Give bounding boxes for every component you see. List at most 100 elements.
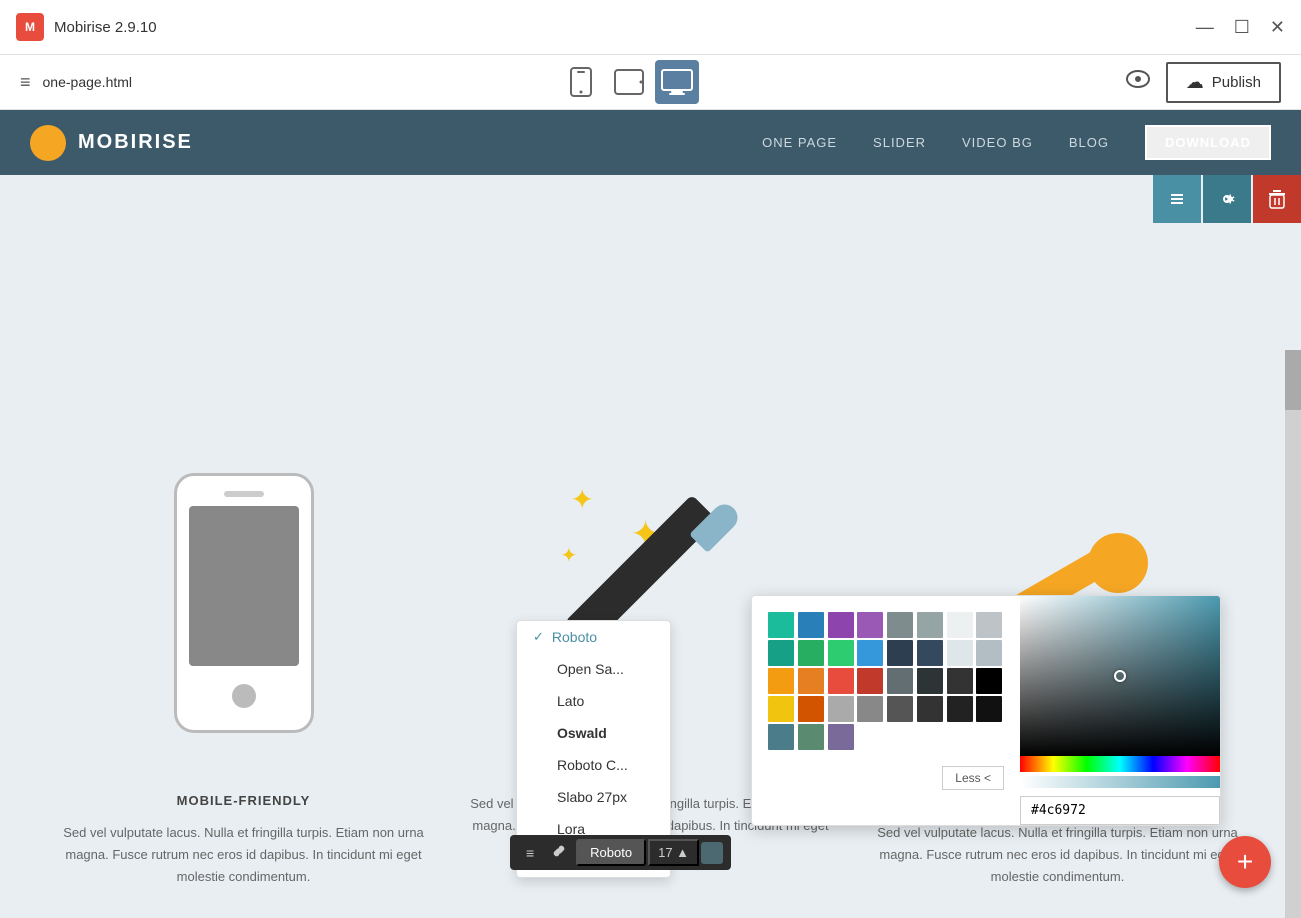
cloud-icon: ☁ (1186, 72, 1204, 93)
column-1: MOBILE-FRIENDLY Sed vel vulputate lacus.… (40, 433, 447, 888)
swatch-9[interactable] (768, 640, 794, 666)
align-button[interactable]: ≡ (518, 841, 542, 865)
swatches-area: Less < (752, 596, 1020, 825)
swatch-32[interactable] (976, 696, 1002, 722)
alpha-bar[interactable] (1020, 776, 1220, 788)
publish-label: Publish (1212, 74, 1261, 91)
preview-button[interactable] (1126, 70, 1150, 94)
swatch-21[interactable] (887, 668, 913, 694)
toolbar-right: ☁ Publish (1126, 62, 1281, 103)
swatch-3[interactable] (828, 612, 854, 638)
swatch-34[interactable] (798, 724, 824, 750)
download-button[interactable]: DOWNLOAD (1145, 125, 1271, 160)
phone-screen (189, 506, 299, 666)
less-btn-wrapper: Less < (768, 758, 1004, 790)
nav-links: ONE PAGE SLIDER VIDEO BG BLOG DOWNLOAD (762, 125, 1271, 160)
settings-button[interactable] (1203, 175, 1251, 223)
font-name-button[interactable]: Roboto (576, 839, 646, 866)
font-option-roboto-c[interactable]: Roboto C... (517, 749, 670, 781)
nav-bar: MOBIRISE ONE PAGE SLIDER VIDEO BG BLOG D… (0, 110, 1301, 175)
swatch-29[interactable] (887, 696, 913, 722)
swatch-8[interactable] (976, 612, 1002, 638)
swatch-12[interactable] (857, 640, 883, 666)
nav-link-video-bg[interactable]: VIDEO BG (962, 135, 1033, 150)
swatch-26[interactable] (798, 696, 824, 722)
swatch-14[interactable] (917, 640, 943, 666)
swatch-31[interactable] (947, 696, 973, 722)
swatch-22[interactable] (917, 668, 943, 694)
swatch-4[interactable] (857, 612, 883, 638)
swatch-13[interactable] (887, 640, 913, 666)
sparkle-3: ✦ (561, 543, 578, 568)
text-edit-toolbar: ≡ Roboto 17 ▲ (510, 835, 731, 870)
color-picker-panel: Less < (751, 595, 1221, 826)
maximize-button[interactable]: ☐ (1234, 18, 1250, 36)
swatch-18[interactable] (798, 668, 824, 694)
swatch-10[interactable] (798, 640, 824, 666)
swatch-30[interactable] (917, 696, 943, 722)
toolbar: ≡ one-page.html (0, 55, 1301, 110)
font-option-lato[interactable]: Lato (517, 685, 670, 717)
gradient-area (1020, 596, 1220, 825)
font-size-button[interactable]: 17 ▲ (648, 839, 699, 866)
swatch-25[interactable] (768, 696, 794, 722)
nav-link-one-page[interactable]: ONE PAGE (762, 135, 837, 150)
font-option-slabo[interactable]: Slabo 27px (517, 781, 670, 813)
tablet-view-button[interactable] (607, 60, 651, 104)
file-name: one-page.html (43, 74, 133, 90)
sort-button[interactable] (1153, 175, 1201, 223)
menu-icon[interactable]: ≡ (20, 72, 31, 93)
add-block-button[interactable]: + (1219, 836, 1271, 888)
desktop-view-button[interactable] (655, 60, 699, 104)
nav-link-slider[interactable]: SLIDER (873, 135, 926, 150)
swatches-grid (768, 612, 1004, 750)
brand-name: MOBIRISE (78, 131, 193, 154)
swatch-23[interactable] (947, 668, 973, 694)
scrollbar[interactable] (1285, 350, 1301, 918)
app-title: Mobirise 2.9.10 (54, 19, 157, 36)
main-content: MOBILE-FRIENDLY Sed vel vulputate lacus.… (0, 175, 1301, 918)
close-button[interactable]: ✕ (1270, 18, 1285, 36)
col-1-image (60, 433, 427, 773)
swatch-16[interactable] (976, 640, 1002, 666)
sparkle-1: ✦ (571, 483, 594, 516)
swatch-27[interactable] (828, 696, 854, 722)
phone-speaker (224, 491, 264, 497)
less-button[interactable]: Less < (942, 766, 1004, 790)
swatch-7[interactable] (947, 612, 973, 638)
font-option-oswald[interactable]: Oswald (517, 717, 670, 749)
swatch-28[interactable] (857, 696, 883, 722)
col-1-text: Sed vel vulputate lacus. Nulla et fringi… (60, 822, 427, 888)
toolbar-left: ≡ one-page.html (20, 72, 132, 93)
swatch-24[interactable] (976, 668, 1002, 694)
font-option-roboto[interactable]: ✓ Roboto (517, 621, 670, 653)
gradient-canvas[interactable] (1020, 596, 1220, 756)
hex-input[interactable] (1020, 796, 1220, 825)
minimize-button[interactable]: — (1196, 18, 1214, 36)
swatch-35[interactable] (828, 724, 854, 750)
brand-logo (30, 125, 66, 161)
swatch-17[interactable] (768, 668, 794, 694)
brush-tip (1088, 533, 1148, 593)
nav-link-blog[interactable]: BLOG (1069, 135, 1109, 150)
link-button[interactable] (544, 840, 574, 865)
font-option-open-sans[interactable]: Open Sa... (517, 653, 670, 685)
gradient-selector[interactable] (1114, 670, 1126, 682)
swatch-11[interactable] (828, 640, 854, 666)
swatch-19[interactable] (828, 668, 854, 694)
swatch-5[interactable] (887, 612, 913, 638)
font-color-button[interactable] (701, 842, 723, 864)
col-1-title: MOBILE-FRIENDLY (60, 793, 427, 808)
phone-button (232, 684, 256, 708)
swatch-33[interactable] (768, 724, 794, 750)
hue-bar[interactable] (1020, 756, 1220, 772)
delete-button[interactable] (1253, 175, 1301, 223)
mobile-view-button[interactable] (559, 60, 603, 104)
swatch-2[interactable] (798, 612, 824, 638)
swatch-1[interactable] (768, 612, 794, 638)
swatch-6[interactable] (917, 612, 943, 638)
publish-button[interactable]: ☁ Publish (1166, 62, 1281, 103)
swatch-15[interactable] (947, 640, 973, 666)
scrollbar-thumb[interactable] (1285, 350, 1301, 410)
swatch-20[interactable] (857, 668, 883, 694)
